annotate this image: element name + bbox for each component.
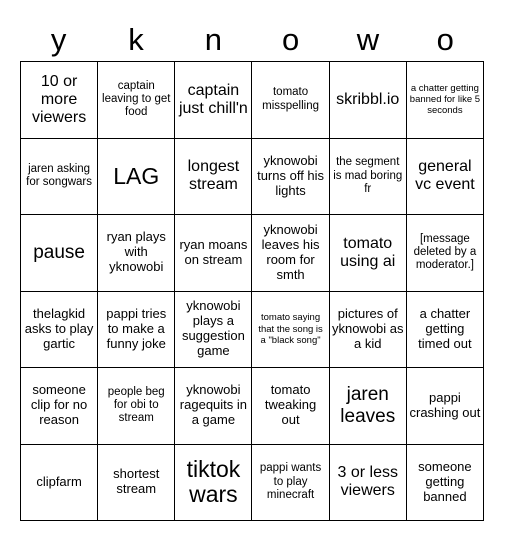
bingo-cell-label: a chatter getting banned for like 5 seco… <box>409 82 481 117</box>
bingo-cell-label: pappi wants to play minecraft <box>259 462 322 501</box>
bingo-cell[interactable]: someone getting banned <box>406 444 484 521</box>
bingo-cell-label: someone getting banned <box>418 458 472 504</box>
bingo-cell[interactable]: longest stream <box>175 138 253 215</box>
bingo-cell-label: tomato saying that the song is a "black … <box>258 312 323 346</box>
bingo-cell-label: tomato using ai <box>340 234 396 270</box>
bingo-cell[interactable]: tomato saying that the song is a "black … <box>252 291 330 368</box>
bingo-cell-label: LAG <box>113 162 160 189</box>
bingo-cell[interactable]: someone clip for no reason <box>21 368 99 445</box>
bingo-cell[interactable]: people beg for obi to stream <box>98 368 176 445</box>
bingo-cell[interactable]: clipfarm <box>21 444 99 521</box>
bingo-cell-label: tomato tweaking out <box>264 382 317 428</box>
bingo-cell-label: ryan plays with yknowobi <box>106 229 166 275</box>
bingo-card: y k n o w o 10 or more viewers captain le… <box>0 0 506 544</box>
bingo-cell[interactable]: general vc event <box>406 138 484 215</box>
bingo-cell[interactable]: pictures of yknowobi as a kid <box>329 291 407 368</box>
bingo-cell-label: captain just chill'n <box>178 81 248 117</box>
bingo-cell-label: yknowobi turns off his lights <box>257 152 325 198</box>
header-letter-5: o <box>436 21 454 57</box>
bingo-cell[interactable]: tiktok wars <box>175 444 253 521</box>
header-letter-4: w <box>356 21 380 57</box>
bingo-cell-label: the segment is mad boring fr <box>333 156 403 195</box>
bingo-cell-label: ryan moans on stream <box>179 236 248 267</box>
bingo-cell-label: yknowobi leaves his room for smth <box>261 221 320 282</box>
bingo-cell-label: tomato misspelling <box>262 86 320 112</box>
bingo-cell-label: jaren asking for songwars <box>26 162 92 189</box>
bingo-cell[interactable]: pappi crashing out <box>406 368 484 445</box>
header-letter-1: k <box>128 21 144 57</box>
bingo-cell[interactable]: [message deleted by a moderator.] <box>406 215 484 292</box>
bingo-cell-label: jaren leaves <box>340 384 396 427</box>
bingo-cell[interactable]: captain just chill'n <box>175 62 253 139</box>
bingo-cell-label: a chatter getting timed out <box>418 305 472 351</box>
bingo-cell[interactable]: pause <box>21 215 99 292</box>
bingo-cell-label: tiktok wars <box>186 455 241 508</box>
bingo-cell[interactable]: 3 or less viewers <box>329 444 407 521</box>
bingo-cell[interactable]: pappi wants to play minecraft <box>252 444 330 521</box>
bingo-cell-label: someone clip for no reason <box>30 382 88 428</box>
bingo-cell-label: pictures of yknowobi as a kid <box>331 305 404 351</box>
bingo-cell[interactable]: tomato misspelling <box>252 62 330 139</box>
bingo-cell[interactable]: tomato using ai <box>329 215 407 292</box>
bingo-cell-label: captain leaving to get food <box>102 79 171 119</box>
bingo-cell[interactable]: a chatter getting banned for like 5 seco… <box>406 62 484 139</box>
bingo-cell-label: skribbl.io <box>336 90 400 108</box>
bingo-cell-label: pappi crashing out <box>409 389 481 420</box>
bingo-cell-label: thelagkid asks to play gartic <box>24 305 94 351</box>
bingo-cell[interactable]: thelagkid asks to play gartic <box>21 291 99 368</box>
bingo-cell[interactable]: jaren asking for songwars <box>21 138 99 215</box>
bingo-cell[interactable]: yknowobi turns off his lights <box>252 138 330 215</box>
bingo-cell[interactable]: yknowobi plays a suggestion game <box>175 291 253 368</box>
header-letter-0: y <box>50 21 67 57</box>
bingo-cell-label: clipfarm <box>36 473 82 489</box>
bingo-header-letters: y k n o w o <box>20 18 484 60</box>
bingo-cell[interactable]: tomato tweaking out <box>252 368 330 445</box>
bingo-cell[interactable]: LAG <box>98 138 176 215</box>
bingo-cell-label: general vc event <box>415 158 475 194</box>
bingo-cell[interactable]: ryan moans on stream <box>175 215 253 292</box>
bingo-cell-label: pause <box>33 242 85 264</box>
bingo-cell-label: shortest stream <box>113 466 160 497</box>
bingo-cell[interactable]: jaren leaves <box>329 368 407 445</box>
bingo-cell[interactable]: shortest stream <box>98 444 176 521</box>
bingo-cell[interactable]: 10 or more viewers <box>21 62 99 139</box>
bingo-grid: 10 or more viewers captain leaving to get… <box>20 61 484 521</box>
bingo-cell-label: pappi tries to make a funny joke <box>106 305 167 351</box>
bingo-cell[interactable]: pappi tries to make a funny joke <box>98 291 176 368</box>
bingo-cell-label: longest stream <box>187 158 240 194</box>
bingo-cell-label: [message deleted by a moderator.] <box>413 232 477 272</box>
bingo-cell[interactable]: skribbl.io <box>329 62 407 139</box>
bingo-cell-label: 3 or less viewers <box>337 464 398 500</box>
bingo-cell[interactable]: yknowobi ragequits in a game <box>175 368 253 445</box>
bingo-cell-label: yknowobi ragequits in a game <box>179 382 248 428</box>
bingo-cell-label: 10 or more viewers <box>31 72 87 126</box>
bingo-cell-label: yknowobi plays a suggestion game <box>181 298 245 359</box>
bingo-cell-label: people beg for obi to stream <box>107 385 165 425</box>
bingo-cell[interactable]: the segment is mad boring fr <box>329 138 407 215</box>
bingo-cell[interactable]: ryan plays with yknowobi <box>98 215 176 292</box>
bingo-cell[interactable]: yknowobi leaves his room for smth <box>252 215 330 292</box>
bingo-cell[interactable]: captain leaving to get food <box>98 62 176 139</box>
header-letter-2: n <box>204 21 222 57</box>
bingo-cell[interactable]: a chatter getting timed out <box>406 291 484 368</box>
header-letter-3: o <box>282 21 300 57</box>
